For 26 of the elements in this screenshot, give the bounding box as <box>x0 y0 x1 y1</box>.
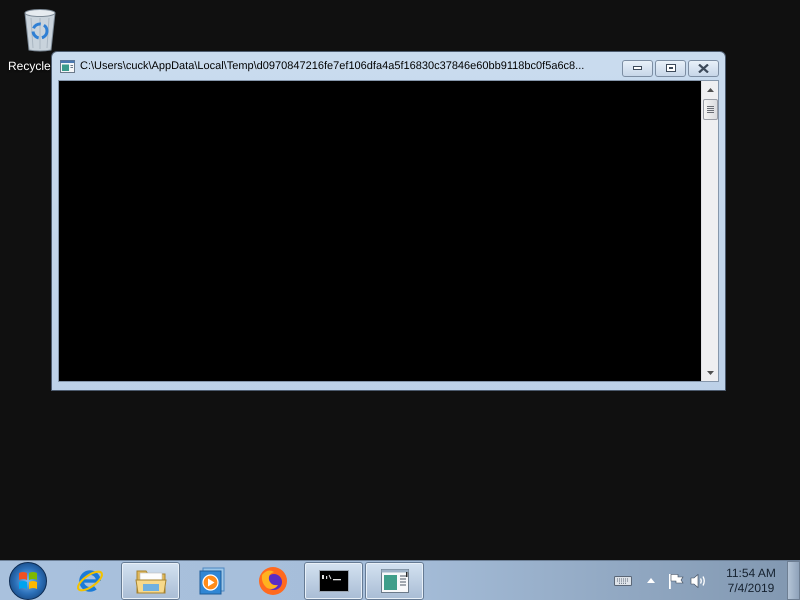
trash-bin-icon[interactable] <box>22 8 58 52</box>
minimize-button[interactable] <box>622 60 653 76</box>
terminal-icon <box>318 570 348 592</box>
four-pane-logo-icon <box>18 570 38 590</box>
flag-icon[interactable] <box>668 572 684 588</box>
window-title: C:\Users\cuck\AppData\Local\Temp\d0970847216fe7ef106dfa4a5f16830c37846e60bb9118bc0f5a6c8... <box>80 60 584 72</box>
close-button[interactable] <box>688 60 719 76</box>
close-icon <box>698 64 709 72</box>
app-window-icon <box>60 60 75 72</box>
keyboard-icon[interactable] <box>614 576 632 586</box>
down-arrow-icon <box>706 370 714 374</box>
maximize-button[interactable] <box>655 60 686 76</box>
scrollbar-thumb[interactable] <box>702 99 718 120</box>
app-window-icon <box>380 568 408 592</box>
desktop-icon-label[interactable]: Recycle <box>8 59 51 73</box>
start-button[interactable] <box>9 562 47 600</box>
play-tile-icon <box>198 566 224 594</box>
speaker-icon[interactable] <box>690 572 708 588</box>
fox-globe-icon <box>258 566 288 596</box>
up-arrow-icon <box>706 88 714 92</box>
caret-up-icon <box>647 578 655 583</box>
taskbar-button[interactable] <box>304 562 363 600</box>
minimize-icon <box>633 66 642 70</box>
grip-icon <box>706 106 714 113</box>
maximize-icon <box>666 64 676 72</box>
clock-button[interactable]: 11:54 AM 7/4/2019 <box>718 562 784 598</box>
